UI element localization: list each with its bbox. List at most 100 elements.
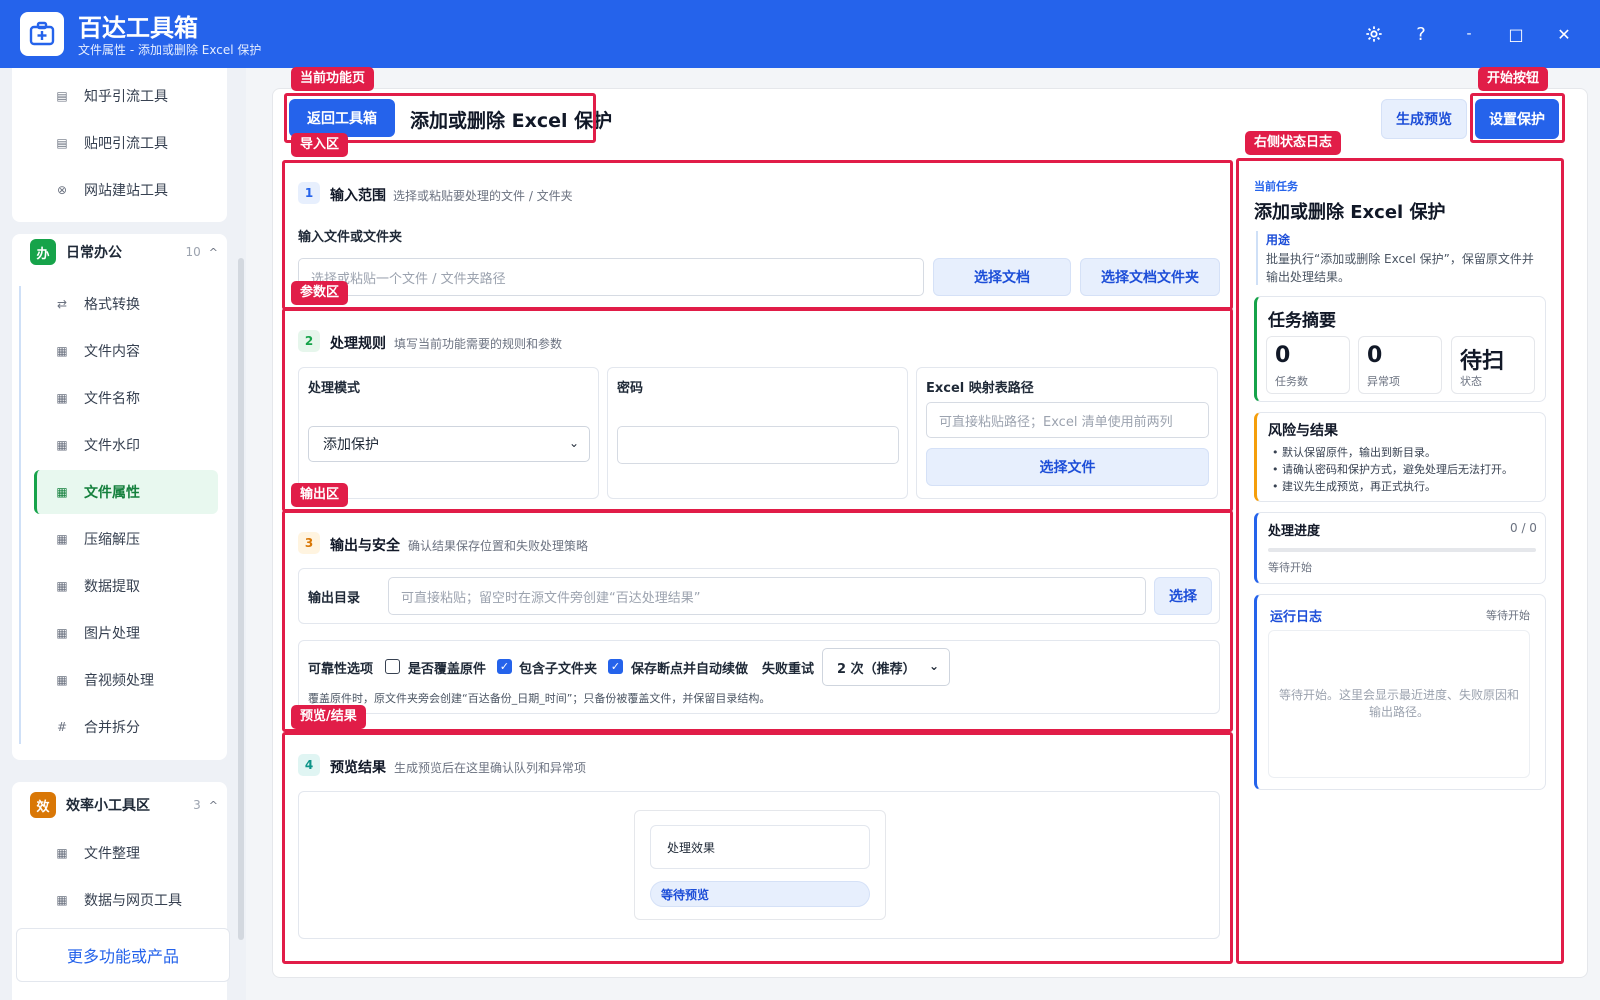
grid-icon: ▦ (56, 391, 68, 405)
stat-label: 任务数 (1275, 375, 1308, 388)
mode-select[interactable]: 添加保护 ⌄ (308, 426, 590, 462)
swap-icon: ⇄ (56, 297, 68, 311)
resume-label: 保存断点并自动续做 (631, 662, 749, 677)
sidebar-item-format[interactable]: ⇄ 格式转换 (34, 285, 218, 323)
retry-select[interactable]: 2 次（推荐） ⌄ (822, 648, 950, 686)
sidebar-item-image[interactable]: ▦ 图片处理 (34, 614, 218, 652)
output-dir-input[interactable]: 可直接粘贴；留空时在源文件旁创建“百达处理结果” (388, 577, 1146, 615)
log-area[interactable]: 等待开始。这里会显示最近进度、失败原因和输出路径。 (1268, 630, 1530, 778)
sidebar-item-extract[interactable]: ▦ 数据提取 (34, 567, 218, 605)
select-folder-button[interactable]: 选择文档文件夹 (1080, 258, 1220, 296)
chevron-up-icon: ^ (208, 245, 218, 259)
sidebar-item-content[interactable]: ▦ 文件内容 (34, 332, 218, 370)
sidebar-item-media[interactable]: ▦ 音视频处理 (34, 661, 218, 699)
grid-icon: ▦ (56, 893, 68, 907)
sidebar-group-office[interactable]: 办 日常办公 10 ^ (18, 232, 218, 272)
overwrite-note: 覆盖原件时，原文件夹旁会创建“百达备份_日期_时间”；只备份被覆盖文件，并保留目… (308, 692, 771, 705)
select-document-button[interactable]: 选择文档 (933, 258, 1071, 296)
log-placeholder: 等待开始。这里会显示最近进度、失败原因和输出路径。 (1279, 688, 1520, 719)
summary-title: 任务摘要 (1268, 311, 1336, 331)
preview-button[interactable]: 生成预览 (1381, 99, 1467, 139)
gear-icon (1366, 26, 1382, 42)
sidebar-item-merge[interactable]: # 合并拆分 (34, 708, 218, 746)
mapping-path-input[interactable]: 可直接粘贴路径；Excel 清单使用前两列 (926, 402, 1209, 438)
sidebar-item-name[interactable]: ▦ 文件名称 (34, 379, 218, 417)
sidebar-item-compress[interactable]: ▦ 压缩解压 (34, 520, 218, 558)
risk-list: • 默认保留原件，输出到新目录。 • 请确认密码和保护方式，避免处理后无法打开。… (1272, 444, 1513, 495)
select-output-button[interactable]: 选择 (1154, 577, 1212, 615)
effect-label: 处理效果 (667, 840, 716, 855)
section-title: 处理规则 (330, 336, 386, 352)
sidebar-item-label: 数据提取 (84, 579, 140, 595)
stat-label: 异常项 (1367, 375, 1400, 388)
log-title: 运行日志 (1270, 610, 1323, 625)
section-subtitle: 选择或粘贴要处理的文件 / 文件夹 (393, 189, 573, 203)
sidebar-item-tieba[interactable]: ▤ 贴吧引流工具 (34, 124, 218, 162)
task-title: 添加或删除 Excel 保护 (1254, 202, 1446, 223)
grid-icon: ▦ (56, 673, 68, 687)
close-button[interactable]: ✕ (1550, 20, 1578, 48)
grid-icon: ▦ (56, 626, 68, 640)
back-to-toolbox-button[interactable]: 返回工具箱 (289, 99, 395, 137)
sidebar-item-web-tools[interactable]: ▦ 数据与网页工具 (34, 881, 218, 919)
settings-button[interactable] (1360, 20, 1388, 48)
app-subtitle: 文件属性 - 添加或删除 Excel 保护 (78, 43, 262, 57)
purpose-label: 用途 (1266, 233, 1291, 247)
output-dir-label: 输出目录 (308, 591, 361, 606)
input-path-field[interactable]: 选择或粘贴一个文件 / 文件夹路径 (298, 258, 924, 296)
sidebar-item-watermark[interactable]: ▦ 文件水印 (34, 426, 218, 464)
sidebar-scrollbar[interactable] (238, 258, 244, 940)
sidebar-group-tools[interactable]: 效 效率小工具区 3 ^ (18, 785, 218, 825)
sidebar-item-label: 音视频处理 (84, 673, 154, 689)
sidebar-item-label: 合并拆分 (84, 720, 140, 736)
group-count: 10 (185, 245, 201, 259)
sidebar-item-label: 文件水印 (84, 438, 140, 454)
section-number: 3 (298, 532, 320, 554)
mapping-label: Excel 映射表路径 (926, 381, 1034, 396)
maximize-button[interactable]: □ (1502, 20, 1530, 48)
overwrite-checkbox[interactable] (385, 659, 400, 674)
include-subfolders-label: 包含子文件夹 (519, 662, 598, 677)
sidebar-item-label: 格式转换 (84, 297, 140, 313)
document-icon: ▤ (56, 89, 68, 103)
sidebar-item-organize[interactable]: ▦ 文件整理 (34, 834, 218, 872)
more-products-button[interactable]: 更多功能或产品 (16, 928, 230, 982)
risk-title: 风险与结果 (1268, 423, 1338, 439)
sidebar-item-website[interactable]: ⊗ 网站建站工具 (34, 171, 218, 209)
page-title: 添加或删除 Excel 保护 (410, 110, 613, 132)
hash-icon: # (56, 720, 68, 734)
title-bar: 百达工具箱 文件属性 - 添加或删除 Excel 保护 ? - □ ✕ (0, 0, 1600, 68)
section-number: 2 (298, 330, 320, 352)
document-icon: ▤ (56, 136, 68, 150)
annotation-tag-status-log: 右侧状态日志 (1245, 131, 1342, 155)
risk-item: • 建议先生成预览，再正式执行。 (1272, 480, 1436, 493)
mode-select-value: 添加保护 (323, 437, 379, 453)
sidebar-item-zhihu[interactable]: ▤ 知乎引流工具 (34, 77, 218, 115)
sidebar-item-label: 网站建站工具 (84, 183, 168, 199)
globe-icon: ⊗ (56, 183, 68, 197)
include-subfolders-checkbox[interactable]: ✓ (497, 659, 512, 674)
help-button[interactable]: ? (1407, 20, 1435, 48)
start-button[interactable]: 设置保护 (1475, 99, 1559, 139)
password-input[interactable] (617, 426, 899, 464)
annotation-tag-import: 导入区 (291, 133, 349, 157)
log-status: 等待开始 (1486, 609, 1530, 622)
stat-label: 状态 (1460, 375, 1482, 388)
select-file-button[interactable]: 选择文件 (926, 448, 1209, 486)
sidebar-item-label: 数据与网页工具 (84, 893, 182, 909)
progress-count: 0 / 0 (1510, 521, 1537, 535)
resume-checkbox[interactable]: ✓ (608, 659, 623, 674)
sidebar-item-properties[interactable]: ▦ 文件属性 (34, 470, 218, 514)
reliability-label: 可靠性选项 (308, 662, 374, 677)
sidebar: ▤ 知乎引流工具 ▤ 贴吧引流工具 ⊗ 网站建站工具 办 日常办公 10 ^ ⇄… (0, 68, 246, 1000)
annotation-tag-preview: 预览/结果 (291, 705, 366, 729)
purpose-text: 批量执行“添加或删除 Excel 保护”，保留原文件并输出处理结果。 (1266, 252, 1534, 284)
risk-item: • 默认保留原件，输出到新目录。 (1272, 446, 1436, 459)
chevron-down-icon: ⌄ (928, 659, 939, 673)
section-number: 4 (298, 754, 320, 776)
minimize-button[interactable]: - (1455, 20, 1483, 48)
section-title: 预览结果 (330, 760, 386, 776)
sidebar-item-label: 压缩解压 (84, 532, 140, 548)
annotation-tag-start-button: 开始按钮 (1478, 67, 1549, 91)
grid-icon: ▦ (56, 485, 68, 499)
